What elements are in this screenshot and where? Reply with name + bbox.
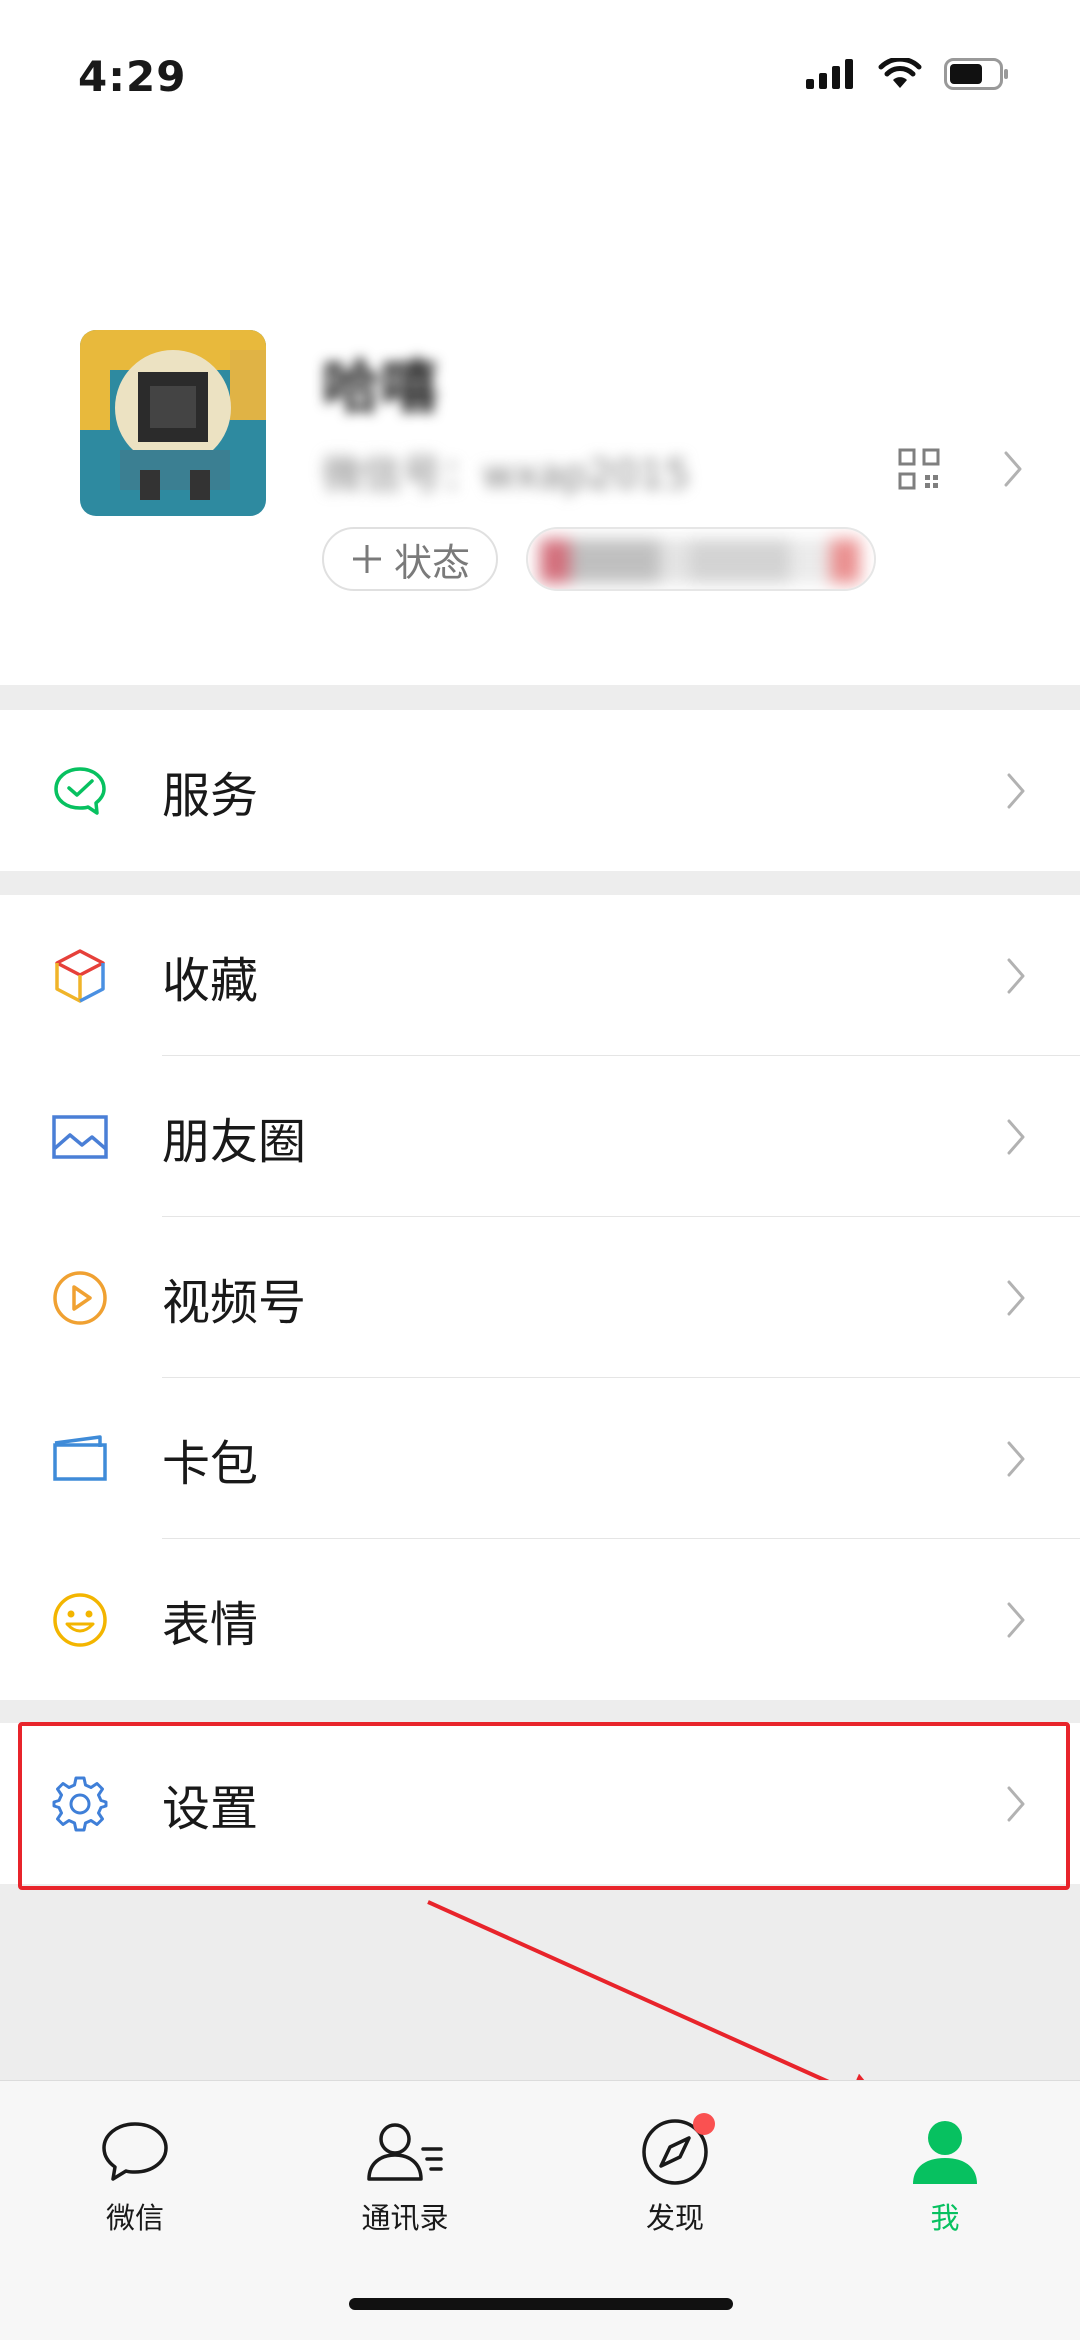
tab-discover-label: 发现 — [645, 2201, 704, 2235]
tab-me[interactable]: 我 — [855, 2113, 1035, 2237]
chat-bubble-icon — [102, 2122, 168, 2181]
tab-chats-label: 微信 — [105, 2201, 164, 2235]
annotation-arrow — [427, 1900, 888, 2111]
tab-chats[interactable]: 微信 — [45, 2113, 225, 2237]
home-indicator — [349, 2298, 733, 2310]
contacts-icon — [367, 2123, 443, 2181]
person-icon — [913, 2121, 977, 2184]
discover-badge-dot — [693, 2113, 715, 2135]
tab-me-label: 我 — [930, 2201, 960, 2235]
tab-discover[interactable]: 发现 — [585, 2113, 765, 2237]
tab-contacts-label: 通讯录 — [361, 2201, 449, 2235]
tab-contacts[interactable]: 通讯录 — [315, 2113, 495, 2237]
